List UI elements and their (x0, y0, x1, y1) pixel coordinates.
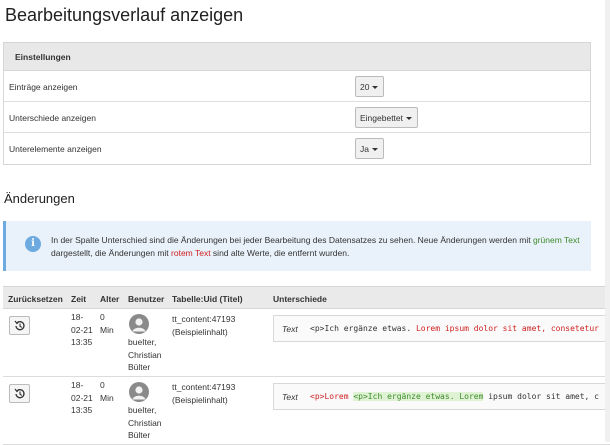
user-login: bueIter, (128, 405, 157, 415)
diff-field-label: Text (282, 324, 298, 334)
entries-select[interactable]: 20 (355, 76, 385, 97)
revert-button[interactable] (9, 316, 30, 335)
info-text-part1: In der Spalte Unterschied sind die Änder… (51, 235, 533, 245)
time-date-1: 18- (71, 312, 84, 322)
table-row: 18- 02-21 13:35 0 Min bueIter, Christian… (3, 377, 610, 445)
diff-content: <p>Ich ergänze etwas. Lorem ipsum dolor … (310, 324, 599, 333)
history-revert-icon (14, 388, 25, 399)
diff-mode-label: Unterschiede anzeigen (9, 113, 96, 123)
record-cell: tt_content:47193 (Beispielinhalt) (172, 381, 235, 406)
user-avatar-icon (129, 314, 149, 334)
age-value: 0 (100, 312, 105, 322)
record-title: (Beispielinhalt) (172, 394, 228, 405)
record-title: (Beispielinhalt) (172, 326, 228, 337)
header-time: Zeit (71, 294, 87, 304)
entries-label: Einträge anzeigen (9, 82, 78, 92)
time-date-2: 02-21 (71, 324, 93, 335)
settings-row-diff: Unterschiede anzeigen Eingebettet (4, 102, 590, 133)
table-header-row: Zurücksetzen Zeit Alter Benutzer Tabelle… (3, 287, 610, 309)
diff-unchanged: <p>Ich ergänze etwas. (310, 324, 416, 333)
diff-removed: <p>Lorem (310, 392, 354, 401)
user-firstname: Christian (128, 349, 162, 360)
age-unit: Min (100, 392, 114, 403)
settings-panel: Einstellungen Einträge anzeigen 20 Unter… (3, 42, 591, 165)
time-date-2: 02-21 (71, 392, 93, 403)
header-user: Benutzer (128, 294, 165, 304)
diff-unchanged: ipsum dolor sit amet, c (483, 392, 599, 401)
info-text: In der Spalte Unterschied sind die Änder… (51, 234, 581, 259)
age-value: 0 (100, 380, 105, 390)
user-firstname: Christian (128, 417, 162, 428)
age-cell: 0 Min (100, 311, 114, 336)
diff-removed: Lorem ipsum dolor sit amet, consetetur (415, 324, 599, 333)
age-cell: 0 Min (100, 379, 114, 404)
diff-content: <p>Lorem <p>Ich ergänze etwas. Lorem ips… (310, 392, 599, 401)
subelements-label: Unterelemente anzeigen (9, 144, 102, 154)
settings-row-subelements: Unterelemente anzeigen Ja (4, 133, 590, 164)
user-login: bueIter, (128, 337, 157, 347)
history-revert-icon (14, 320, 25, 331)
entries-select-value: 20 (360, 82, 370, 92)
history-table: Zurücksetzen Zeit Alter Benutzer Tabelle… (3, 286, 610, 445)
caret-down-icon (372, 86, 379, 89)
subelements-select[interactable]: Ja (355, 138, 384, 159)
time-cell: 18- 02-21 13:35 (71, 311, 93, 349)
info-callout: i In der Spalte Unterschied sind die Änd… (3, 221, 591, 271)
diff-field-label: Text (282, 392, 298, 402)
settings-header: Einstellungen (4, 43, 590, 71)
time-date-1: 18- (71, 380, 84, 390)
diff-box: Text <p>Ich ergänze etwas. Lorem ipsum d… (273, 315, 610, 342)
time-cell: 18- 02-21 13:35 (71, 379, 93, 417)
subelements-select-value: Ja (360, 144, 369, 154)
time-clock: 13:35 (71, 405, 93, 415)
info-icon: i (25, 236, 41, 252)
user-lastname: Bülter (128, 430, 151, 440)
diff-mode-select[interactable]: Eingebettet (355, 107, 419, 128)
info-text-part3: sind alte Werte, die entfernt wurden. (210, 247, 350, 258)
header-diff: Unterschiede (273, 294, 327, 304)
header-age: Alter (100, 294, 120, 304)
settings-row-entries: Einträge anzeigen 20 (4, 71, 590, 102)
user-lastname: Bülter (128, 362, 151, 372)
info-text-part2: dargestellt, die Änderungen mit (51, 247, 172, 258)
record-cell: tt_content:47193 (Beispielinhalt) (172, 313, 235, 338)
user-avatar-icon (129, 382, 149, 402)
user-cell: bueIter, Christian Bülter (128, 404, 162, 442)
caret-down-icon (406, 117, 413, 120)
user-cell: bueIter, Christian Bülter (128, 336, 162, 374)
page-title: Bearbeitungsverlauf anzeigen (5, 5, 244, 25)
page-scrollbar[interactable] (605, 0, 610, 442)
caret-down-icon (371, 148, 378, 151)
diff-box: Text <p>Lorem <p>Ich ergänze etwas. Lore… (273, 383, 610, 410)
header-record: Tabelle:Uid (Titel) (172, 294, 243, 304)
table-row: 18- 02-21 13:35 0 Min bueIter, Christian… (3, 309, 610, 377)
record-uid: tt_content:47193 (172, 314, 236, 324)
diff-mode-select-value: Eingebettet (360, 113, 404, 123)
diff-inserted: <p>Ich ergänze etwas. Lorem (353, 392, 484, 401)
info-green-text: grünem Text (532, 235, 580, 245)
header-revert: Zurücksetzen (8, 294, 63, 304)
record-uid: tt_content:47193 (172, 382, 236, 392)
changes-title: Änderungen (4, 191, 75, 206)
revert-button[interactable] (9, 384, 30, 403)
info-red-text: rotem Text (171, 247, 211, 258)
time-clock: 13:35 (71, 337, 93, 347)
age-unit: Min (100, 324, 114, 335)
